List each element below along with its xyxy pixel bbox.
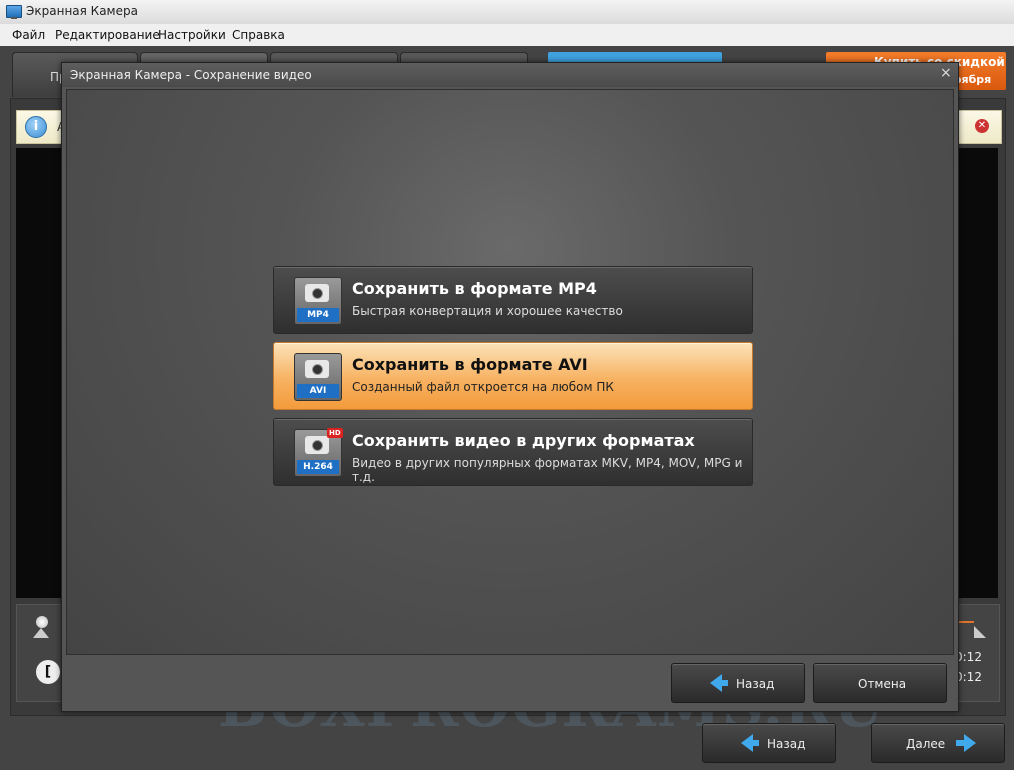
dialog-content: MP4 Сохранить в формате MP4 Быстрая конв… bbox=[66, 89, 954, 655]
app-monitor-icon bbox=[6, 5, 22, 19]
format-badge: MP4 bbox=[297, 308, 339, 322]
time-current: 0:12 bbox=[955, 650, 982, 664]
dialog-back-label: Назад bbox=[736, 677, 775, 691]
format-badge: H.264 bbox=[297, 460, 339, 474]
option-subtitle: Созданный файл откроется на любом ПК bbox=[352, 380, 614, 394]
format-badge: AVI bbox=[297, 384, 339, 398]
back-button[interactable]: Назад bbox=[702, 723, 836, 763]
arrow-right-icon bbox=[956, 734, 976, 752]
menu-edit[interactable]: Редактирование bbox=[55, 28, 160, 42]
save-video-dialog: Экранная Камера - Сохранение видео × MP4… bbox=[61, 62, 959, 712]
video-camera-icon: MP4 bbox=[294, 277, 342, 325]
menu-bar: Файл Редактирование Настройки Справка bbox=[0, 24, 1014, 46]
option-title: Сохранить в формате MP4 bbox=[352, 279, 597, 298]
video-camera-icon: AVI bbox=[294, 353, 342, 401]
menu-file[interactable]: Файл bbox=[12, 28, 45, 42]
close-icon[interactable]: × bbox=[940, 65, 952, 81]
hd-badge: HD bbox=[327, 428, 343, 438]
window-title: Экранная Камера bbox=[26, 4, 138, 18]
dialog-cancel-button[interactable]: Отмена bbox=[813, 663, 947, 703]
option-title: Сохранить в формате AVI bbox=[352, 355, 588, 374]
dialog-title: Экранная Камера - Сохранение видео bbox=[70, 68, 312, 82]
arrow-left-icon bbox=[741, 734, 759, 752]
dialog-back-button[interactable]: Назад bbox=[671, 663, 805, 703]
option-subtitle: Быстрая конвертация и хорошее качество bbox=[352, 304, 623, 318]
close-icon[interactable]: ✕ bbox=[975, 119, 989, 133]
option-subtitle: Видео в других популярных форматах MKV, … bbox=[352, 456, 743, 484]
trim-bracket-button[interactable]: [ bbox=[36, 660, 60, 684]
dialog-cancel-label: Отмена bbox=[858, 677, 907, 691]
option-save-other[interactable]: HD H.264 Сохранить видео в других формат… bbox=[273, 418, 753, 486]
dialog-title-bar: Экранная Камера - Сохранение видео × bbox=[62, 63, 958, 87]
next-button[interactable]: Далее bbox=[871, 723, 1005, 763]
time-total: 0:12 bbox=[955, 670, 982, 684]
video-camera-icon: HD H.264 bbox=[294, 428, 343, 477]
next-button-label: Далее bbox=[906, 737, 946, 751]
arrow-left-icon bbox=[710, 674, 728, 692]
back-button-label: Назад bbox=[767, 737, 806, 751]
option-title: Сохранить видео в других форматах bbox=[352, 431, 695, 450]
timeline-progress-line bbox=[958, 621, 974, 623]
menu-help[interactable]: Справка bbox=[232, 28, 285, 42]
info-icon: i bbox=[25, 116, 47, 138]
buy-button-date: оября bbox=[954, 73, 992, 86]
option-save-avi[interactable]: AVI Сохранить в формате AVI Созданный фа… bbox=[273, 342, 753, 410]
slider-handle[interactable] bbox=[36, 616, 48, 628]
option-save-mp4[interactable]: MP4 Сохранить в формате MP4 Быстрая конв… bbox=[273, 266, 753, 334]
title-bar: Экранная Камера bbox=[0, 0, 1014, 24]
menu-settings[interactable]: Настройки bbox=[158, 28, 226, 42]
